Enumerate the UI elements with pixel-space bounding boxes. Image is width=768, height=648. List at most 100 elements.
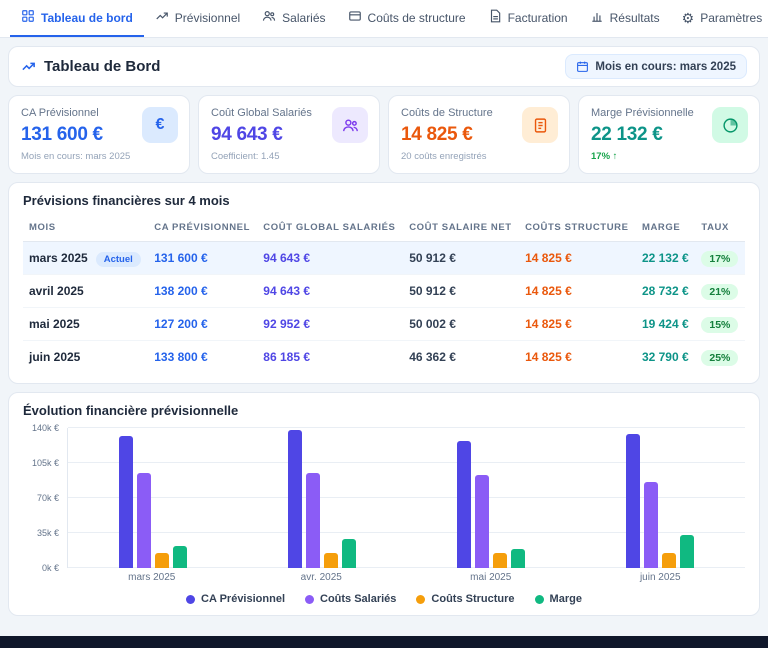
euro-icon: €	[142, 107, 178, 143]
table-row[interactable]: mars 2025 Actuel 131 600 €94 643 €50 912 €…	[23, 241, 745, 275]
cell-value: 94 643 €	[257, 241, 404, 275]
x-tick-label: juin 2025	[639, 572, 681, 583]
bar-co-ts-structure[interactable]	[493, 553, 508, 568]
cell-month: avril 2025	[23, 274, 149, 308]
taux-badge: 17%	[701, 251, 739, 267]
bar-co-ts-structure[interactable]	[662, 553, 677, 568]
current-month-label: Mois en cours: mars 2025	[595, 60, 736, 73]
calendar-icon	[577, 61, 589, 72]
y-tick-label: 105k €	[31, 458, 59, 468]
current-month-chip[interactable]: Mois en cours: mars 2025	[565, 54, 747, 79]
bar-marge[interactable]	[680, 535, 695, 568]
cell-month: mai 2025	[23, 307, 149, 341]
bar-ca-pr-visionnel[interactable]	[118, 436, 133, 568]
cell-value: 14 825 €	[519, 241, 636, 275]
y-tick-label: 0k €	[41, 563, 59, 573]
bar-co-ts-salari-s[interactable]	[644, 481, 659, 568]
kpi-subtext: 20 coûts enregistrés	[401, 151, 487, 162]
table-header-row: Mois CA Prévisionnel Coût Global Salariés C…	[23, 214, 745, 242]
trending-up-icon	[22, 62, 35, 71]
cell-value: 19 424 €	[635, 307, 696, 341]
bar-co-ts-salari-s[interactable]	[475, 475, 490, 568]
tab-couts-de-structure[interactable]: Coûts de structure	[337, 0, 477, 37]
taux-badge: 21%	[701, 284, 739, 300]
bar-co-ts-structure[interactable]	[154, 553, 169, 568]
bar-group	[287, 428, 356, 568]
cell-month: mars 2025 Actuel	[23, 241, 149, 275]
forecast-table-card: Prévisions financières sur 4 mois Mois CA…	[8, 182, 760, 384]
legend-dot	[534, 594, 544, 604]
dashboard-icon	[21, 9, 35, 26]
cell-value: 32 790 €	[641, 350, 689, 364]
cell-value: 22 132 €	[635, 241, 696, 275]
cell-value: 92 952 €	[257, 307, 404, 341]
chart-card: Évolution financière prévisionnelle 0k €…	[8, 392, 760, 616]
tab-previsionnel[interactable]: Prévisionnel	[144, 0, 251, 37]
legend-item-marge: Marge	[534, 593, 582, 605]
legend-label: Marge	[549, 593, 582, 605]
users-icon	[262, 9, 276, 26]
bar-ca-pr-visionnel[interactable]	[457, 440, 472, 568]
tab-label: Résultats	[609, 10, 660, 25]
page-title: Tableau de Bord	[21, 58, 160, 75]
cell-taux: 15%	[695, 307, 745, 341]
column-header: Mois	[23, 214, 149, 242]
page-title-text: Tableau de Bord	[44, 58, 161, 75]
table-row[interactable]: juin 2025 133 800 € 86 185 € 46 362 € 14 825…	[23, 341, 745, 374]
chart-xlabels: mars 2025 avr. 2025 mai 2025 juin 2025	[67, 572, 745, 583]
x-tick-label: mars 2025	[128, 572, 176, 583]
main-content: Tableau de Bord Mois en cours: mars 2025…	[0, 38, 768, 628]
tab-parametres[interactable]: ⚙ Paramètres	[671, 0, 768, 37]
bar-marge[interactable]	[511, 548, 526, 568]
table-row[interactable]: avril 2025 138 200 €94 643 €50 912 €14 82…	[23, 274, 745, 308]
cell-value: 50 002 €	[403, 307, 520, 341]
kpi-subtext: Coefficient: 1.45	[211, 151, 280, 162]
tab-resultats[interactable]: Résultats	[579, 0, 671, 37]
column-header: Coût Global Salariés	[257, 214, 404, 242]
bar-ca-pr-visionnel[interactable]	[626, 434, 641, 568]
bar-co-ts-salari-s[interactable]	[305, 473, 320, 568]
chart-plot	[67, 427, 745, 568]
legend-dot	[416, 594, 426, 604]
x-tick-label: avr. 2025	[300, 572, 342, 583]
column-header: Taux	[695, 214, 745, 242]
kpi-row: CA Prévisionnel 131 600 € Mois en cours:…	[8, 95, 760, 174]
bar-groups	[68, 428, 745, 568]
current-badge: Actuel	[95, 252, 141, 267]
bar-marge[interactable]	[341, 539, 356, 568]
y-tick-label: 35k €	[36, 528, 59, 538]
card-icon	[348, 9, 362, 26]
cell-month: juin 2025	[29, 350, 81, 364]
column-header: CA Prévisionnel	[148, 214, 258, 242]
cell-value: 50 912 €	[403, 241, 520, 275]
chart-title: Évolution financière prévisionnelle	[23, 403, 239, 418]
bar-co-ts-structure[interactable]	[323, 553, 338, 568]
taux-badge: 15%	[701, 317, 739, 333]
cell-value: 14 825 €	[519, 307, 636, 341]
bar-co-ts-salari-s[interactable]	[136, 473, 151, 568]
gear-icon: ⚙	[681, 9, 695, 26]
cell-value: 133 800 €	[154, 350, 208, 364]
column-header: Coût Salaire Net	[403, 214, 520, 242]
tab-tableau-de-bord[interactable]: Tableau de bord	[10, 0, 144, 37]
cell-taux: 17%	[695, 241, 745, 275]
legend-item-co-ts-salari-s: Coûts Salariés	[305, 593, 396, 605]
tab-label: Facturation	[507, 10, 568, 25]
tab-salaries[interactable]: Salariés	[251, 0, 336, 37]
legend-label: CA Prévisionnel	[201, 593, 285, 605]
cell-value: 138 200 €	[148, 274, 258, 308]
bar-ca-pr-visionnel[interactable]	[287, 429, 302, 568]
column-header: Marge	[635, 214, 696, 242]
cell-value: 28 732 €	[635, 274, 696, 308]
legend-dot	[186, 594, 196, 604]
tab-facturation[interactable]: Facturation	[477, 0, 579, 37]
kpi-subtext: 17% ↑	[591, 151, 618, 162]
bar-group	[118, 428, 187, 568]
cell-value: 46 362 €	[409, 350, 456, 364]
legend-item-co-ts-structure: Coûts Structure	[416, 593, 515, 605]
kpi-card-couts-structure: Coûts de Structure 14 825 € 20 coûts enr…	[388, 95, 570, 174]
chart-legend: CA Prévisionnel Coûts Salariés Coûts Struc…	[23, 593, 745, 605]
bar-marge[interactable]	[172, 545, 187, 568]
footer-bar	[0, 636, 768, 648]
table-row[interactable]: mai 2025 127 200 €92 952 €50 002 €14 825 …	[23, 307, 745, 341]
